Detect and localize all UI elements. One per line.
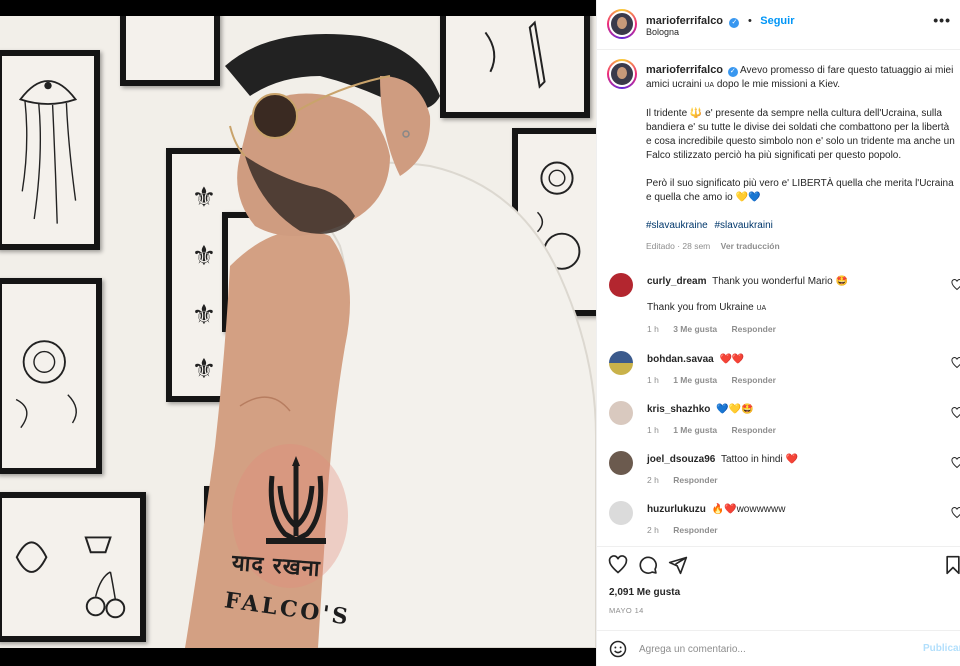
comment-likes-count[interactable]: 3 Me gusta: [673, 324, 717, 334]
comment-likes-count[interactable]: 1 Me gusta: [673, 425, 717, 435]
save-bookmark-icon[interactable]: [943, 555, 960, 575]
comments-scroll-area[interactable]: marioferrifalco ✓ Avevo promesso di fare…: [597, 51, 960, 539]
caption-text-1b: dopo le mie missioni a Kiev.: [716, 79, 841, 90]
reply-button[interactable]: Responder: [732, 324, 776, 334]
comment-username[interactable]: kris_shazhko: [647, 404, 710, 415]
like-comment-heart-icon[interactable]: [951, 457, 960, 469]
caption-flag-ua: UA: [704, 82, 715, 89]
comment-meta: 1 h 1 Me gusta Responder: [647, 373, 937, 387]
comment-bubble-icon[interactable]: [638, 555, 658, 575]
tattoo-script-text: याद रखना: [231, 549, 322, 583]
comment-avatar[interactable]: [609, 273, 633, 297]
reply-button[interactable]: Responder: [732, 425, 776, 435]
header-separator: •: [747, 15, 752, 27]
post-location[interactable]: Bologna: [646, 27, 679, 37]
like-comment-heart-icon[interactable]: [951, 357, 960, 369]
like-comment-heart-icon[interactable]: [951, 407, 960, 419]
like-comment-heart-icon[interactable]: [951, 279, 960, 291]
comment-time: 1 h: [647, 375, 659, 385]
caption-hashtags: #slavaukraine #slavaukraini: [646, 219, 956, 233]
comment-flag-ua: UA: [756, 305, 767, 312]
share-send-icon[interactable]: [668, 555, 688, 575]
caption-text-2a: Il tridente: [646, 108, 688, 119]
comment-input[interactable]: [639, 639, 909, 659]
post-header: marioferrifalco ✓ • Seguir Bologna •••: [597, 0, 960, 50]
comment-meta: 1 h 1 Me gusta Responder: [647, 423, 937, 437]
reply-button[interactable]: Responder: [732, 375, 776, 385]
comment-emoji: 💙💛🤩: [716, 404, 754, 415]
trident-emoji-icon: 🔱: [689, 108, 703, 119]
hashtag-slavaukraine[interactable]: #slavaukraine: [646, 220, 708, 231]
author-avatar[interactable]: [607, 9, 637, 39]
caption-username[interactable]: marioferrifalco: [646, 64, 723, 76]
like-heart-icon[interactable]: [608, 555, 628, 575]
author-username[interactable]: marioferrifalco: [646, 15, 723, 27]
hashtag-slavaukraini[interactable]: #slavaukraini: [715, 220, 773, 231]
comment-username[interactable]: joel_dsouza96: [647, 454, 715, 465]
comment-text: wowwwww: [736, 504, 786, 515]
comment-time: 1 h: [647, 425, 659, 435]
caption-edited: Editado · 28 sem: [646, 241, 711, 251]
comment-avatar[interactable]: [609, 401, 633, 425]
emoji-smiley-icon[interactable]: [609, 640, 627, 658]
caption-avatar[interactable]: [607, 59, 637, 89]
comment-username[interactable]: huzurlukuzu: [647, 504, 706, 515]
comment-meta: 1 h 3 Me gusta Responder: [647, 322, 937, 336]
likes-count[interactable]: 2,091 Me gusta: [609, 587, 680, 598]
comment-username[interactable]: curly_dream: [647, 276, 706, 287]
more-options-icon[interactable]: •••: [933, 12, 951, 28]
comment-meta: 2 h Responder: [647, 473, 937, 487]
comment-text: Thank you from Ukraine: [647, 302, 754, 313]
caption-meta: Editado · 28 sem Ver traducción: [646, 239, 956, 253]
comment-emoji: ❤️: [785, 454, 798, 465]
post-caption: marioferrifalco ✓ Avevo promesso di fare…: [646, 63, 956, 253]
post-date: MAYO 14: [609, 606, 644, 615]
comment-likes-count[interactable]: 1 Me gusta: [673, 375, 717, 385]
caption-text-3: Però il suo significato più vero e' LIBE…: [646, 178, 954, 203]
comment-text: Tattoo in hindi: [720, 454, 783, 465]
comment-emoji: 🤩: [835, 276, 848, 287]
post-actions-bar: [597, 546, 960, 582]
verified-badge-icon: ✓: [729, 18, 740, 28]
reply-button[interactable]: Responder: [673, 475, 717, 485]
comment-avatar[interactable]: [609, 351, 633, 375]
comment-meta: 2 h Responder: [647, 523, 937, 537]
reply-button[interactable]: Responder: [673, 525, 717, 535]
caption-hearts-emoji: 💛💙: [735, 192, 761, 203]
like-comment-heart-icon[interactable]: [951, 507, 960, 519]
post-photo[interactable]: ⚜ ⚜ ⚜ ⚜ याद रखना FALCO'S: [0, 16, 596, 648]
comment-emoji: ❤️❤️: [719, 354, 745, 365]
see-translation-link[interactable]: Ver traducción: [721, 241, 780, 251]
publish-button[interactable]: Publicar: [923, 643, 960, 654]
caption-verified-icon: ✓: [727, 67, 738, 77]
follow-button[interactable]: Seguir: [760, 15, 794, 27]
comment-time: 2 h: [647, 525, 659, 535]
comment-text: Thank you wonderful Mario: [712, 276, 833, 287]
comment-avatar[interactable]: [609, 501, 633, 525]
comment-composer: Publicar: [597, 630, 960, 666]
post-side-panel: marioferrifalco ✓ • Seguir Bologna ••• m…: [596, 0, 960, 666]
comment-avatar[interactable]: [609, 451, 633, 475]
comment-username[interactable]: bohdan.savaa: [647, 354, 714, 365]
comment-time: 2 h: [647, 475, 659, 485]
comment-emoji: 🔥❤️: [711, 504, 737, 515]
comment-time: 1 h: [647, 324, 659, 334]
